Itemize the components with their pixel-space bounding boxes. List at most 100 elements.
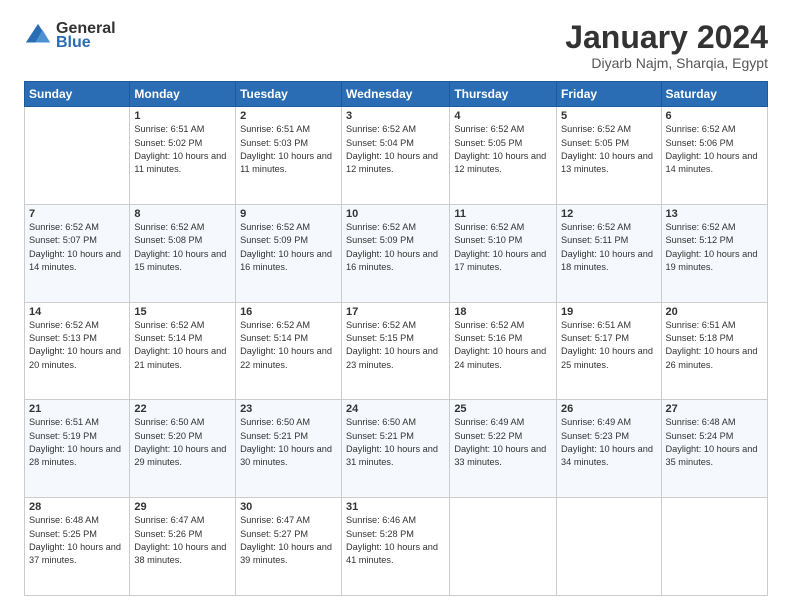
column-header-tuesday: Tuesday xyxy=(236,82,342,107)
day-cell xyxy=(661,498,767,596)
day-detail: Sunrise: 6:48 AMSunset: 5:24 PMDaylight:… xyxy=(666,416,763,469)
day-detail: Sunrise: 6:52 AMSunset: 5:12 PMDaylight:… xyxy=(666,221,763,274)
day-detail: Sunrise: 6:50 AMSunset: 5:21 PMDaylight:… xyxy=(346,416,445,469)
day-number: 7 xyxy=(29,208,125,220)
title-block: January 2024 Diyarb Najm, Sharqia, Egypt xyxy=(565,20,768,71)
header-row: SundayMondayTuesdayWednesdayThursdayFrid… xyxy=(25,82,768,107)
logo-icon xyxy=(24,22,52,50)
day-cell: 30Sunrise: 6:47 AMSunset: 5:27 PMDayligh… xyxy=(236,498,342,596)
day-cell: 3Sunrise: 6:52 AMSunset: 5:04 PMDaylight… xyxy=(342,107,450,205)
day-detail: Sunrise: 6:52 AMSunset: 5:15 PMDaylight:… xyxy=(346,319,445,372)
day-number: 6 xyxy=(666,110,763,122)
day-detail: Sunrise: 6:52 AMSunset: 5:07 PMDaylight:… xyxy=(29,221,125,274)
day-detail: Sunrise: 6:46 AMSunset: 5:28 PMDaylight:… xyxy=(346,514,445,567)
day-cell: 16Sunrise: 6:52 AMSunset: 5:14 PMDayligh… xyxy=(236,302,342,400)
day-number: 12 xyxy=(561,208,656,220)
day-number: 3 xyxy=(346,110,445,122)
day-number: 8 xyxy=(134,208,231,220)
day-cell: 27Sunrise: 6:48 AMSunset: 5:24 PMDayligh… xyxy=(661,400,767,498)
day-detail: Sunrise: 6:49 AMSunset: 5:22 PMDaylight:… xyxy=(454,416,552,469)
column-header-wednesday: Wednesday xyxy=(342,82,450,107)
day-number: 23 xyxy=(240,403,337,415)
day-cell: 20Sunrise: 6:51 AMSunset: 5:18 PMDayligh… xyxy=(661,302,767,400)
logo: General Blue xyxy=(24,20,116,52)
day-detail: Sunrise: 6:50 AMSunset: 5:20 PMDaylight:… xyxy=(134,416,231,469)
day-detail: Sunrise: 6:51 AMSunset: 5:18 PMDaylight:… xyxy=(666,319,763,372)
day-cell: 14Sunrise: 6:52 AMSunset: 5:13 PMDayligh… xyxy=(25,302,130,400)
day-detail: Sunrise: 6:52 AMSunset: 5:06 PMDaylight:… xyxy=(666,123,763,176)
day-cell: 8Sunrise: 6:52 AMSunset: 5:08 PMDaylight… xyxy=(130,204,236,302)
day-number: 20 xyxy=(666,306,763,318)
day-cell: 21Sunrise: 6:51 AMSunset: 5:19 PMDayligh… xyxy=(25,400,130,498)
day-cell: 11Sunrise: 6:52 AMSunset: 5:10 PMDayligh… xyxy=(450,204,557,302)
day-cell: 7Sunrise: 6:52 AMSunset: 5:07 PMDaylight… xyxy=(25,204,130,302)
day-detail: Sunrise: 6:52 AMSunset: 5:09 PMDaylight:… xyxy=(346,221,445,274)
day-detail: Sunrise: 6:51 AMSunset: 5:03 PMDaylight:… xyxy=(240,123,337,176)
day-number: 9 xyxy=(240,208,337,220)
day-number: 26 xyxy=(561,403,656,415)
week-row-1: 1Sunrise: 6:51 AMSunset: 5:02 PMDaylight… xyxy=(25,107,768,205)
column-header-friday: Friday xyxy=(557,82,661,107)
day-number: 15 xyxy=(134,306,231,318)
day-number: 13 xyxy=(666,208,763,220)
day-number: 17 xyxy=(346,306,445,318)
day-number: 10 xyxy=(346,208,445,220)
day-detail: Sunrise: 6:52 AMSunset: 5:04 PMDaylight:… xyxy=(346,123,445,176)
day-number: 25 xyxy=(454,403,552,415)
day-number: 22 xyxy=(134,403,231,415)
day-detail: Sunrise: 6:51 AMSunset: 5:17 PMDaylight:… xyxy=(561,319,656,372)
header: General Blue January 2024 Diyarb Najm, S… xyxy=(24,20,768,71)
day-number: 11 xyxy=(454,208,552,220)
day-detail: Sunrise: 6:50 AMSunset: 5:21 PMDaylight:… xyxy=(240,416,337,469)
day-number: 19 xyxy=(561,306,656,318)
day-number: 18 xyxy=(454,306,552,318)
day-number: 27 xyxy=(666,403,763,415)
calendar-table: SundayMondayTuesdayWednesdayThursdayFrid… xyxy=(24,81,768,596)
day-cell xyxy=(25,107,130,205)
day-number: 29 xyxy=(134,501,231,513)
day-number: 21 xyxy=(29,403,125,415)
day-detail: Sunrise: 6:51 AMSunset: 5:19 PMDaylight:… xyxy=(29,416,125,469)
day-number: 24 xyxy=(346,403,445,415)
column-header-saturday: Saturday xyxy=(661,82,767,107)
day-detail: Sunrise: 6:51 AMSunset: 5:02 PMDaylight:… xyxy=(134,123,231,176)
page: General Blue January 2024 Diyarb Najm, S… xyxy=(0,0,792,612)
day-cell: 22Sunrise: 6:50 AMSunset: 5:20 PMDayligh… xyxy=(130,400,236,498)
calendar-body: 1Sunrise: 6:51 AMSunset: 5:02 PMDaylight… xyxy=(25,107,768,596)
day-number: 31 xyxy=(346,501,445,513)
day-detail: Sunrise: 6:52 AMSunset: 5:14 PMDaylight:… xyxy=(240,319,337,372)
day-cell: 23Sunrise: 6:50 AMSunset: 5:21 PMDayligh… xyxy=(236,400,342,498)
day-number: 14 xyxy=(29,306,125,318)
day-cell: 1Sunrise: 6:51 AMSunset: 5:02 PMDaylight… xyxy=(130,107,236,205)
main-title: January 2024 xyxy=(565,20,768,55)
week-row-3: 14Sunrise: 6:52 AMSunset: 5:13 PMDayligh… xyxy=(25,302,768,400)
day-number: 30 xyxy=(240,501,337,513)
column-header-monday: Monday xyxy=(130,82,236,107)
week-row-2: 7Sunrise: 6:52 AMSunset: 5:07 PMDaylight… xyxy=(25,204,768,302)
day-detail: Sunrise: 6:52 AMSunset: 5:10 PMDaylight:… xyxy=(454,221,552,274)
day-number: 2 xyxy=(240,110,337,122)
day-cell xyxy=(450,498,557,596)
subtitle: Diyarb Najm, Sharqia, Egypt xyxy=(565,55,768,71)
day-number: 5 xyxy=(561,110,656,122)
calendar-header: SundayMondayTuesdayWednesdayThursdayFrid… xyxy=(25,82,768,107)
day-detail: Sunrise: 6:52 AMSunset: 5:08 PMDaylight:… xyxy=(134,221,231,274)
day-detail: Sunrise: 6:52 AMSunset: 5:14 PMDaylight:… xyxy=(134,319,231,372)
day-number: 16 xyxy=(240,306,337,318)
day-number: 28 xyxy=(29,501,125,513)
week-row-4: 21Sunrise: 6:51 AMSunset: 5:19 PMDayligh… xyxy=(25,400,768,498)
day-detail: Sunrise: 6:49 AMSunset: 5:23 PMDaylight:… xyxy=(561,416,656,469)
day-cell: 5Sunrise: 6:52 AMSunset: 5:05 PMDaylight… xyxy=(557,107,661,205)
day-detail: Sunrise: 6:52 AMSunset: 5:09 PMDaylight:… xyxy=(240,221,337,274)
day-cell: 18Sunrise: 6:52 AMSunset: 5:16 PMDayligh… xyxy=(450,302,557,400)
day-cell: 25Sunrise: 6:49 AMSunset: 5:22 PMDayligh… xyxy=(450,400,557,498)
day-detail: Sunrise: 6:52 AMSunset: 5:11 PMDaylight:… xyxy=(561,221,656,274)
day-cell: 2Sunrise: 6:51 AMSunset: 5:03 PMDaylight… xyxy=(236,107,342,205)
day-cell: 29Sunrise: 6:47 AMSunset: 5:26 PMDayligh… xyxy=(130,498,236,596)
day-cell: 26Sunrise: 6:49 AMSunset: 5:23 PMDayligh… xyxy=(557,400,661,498)
day-cell xyxy=(557,498,661,596)
column-header-thursday: Thursday xyxy=(450,82,557,107)
day-detail: Sunrise: 6:48 AMSunset: 5:25 PMDaylight:… xyxy=(29,514,125,567)
column-header-sunday: Sunday xyxy=(25,82,130,107)
day-cell: 17Sunrise: 6:52 AMSunset: 5:15 PMDayligh… xyxy=(342,302,450,400)
